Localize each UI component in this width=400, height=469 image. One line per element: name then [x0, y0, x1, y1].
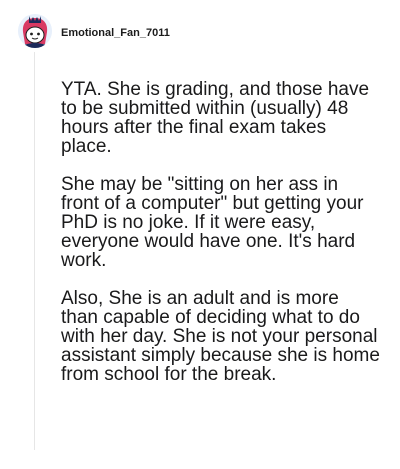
comment: Emotional_Fan_7011 YTA. She is grading, … [0, 0, 400, 469]
comment-paragraph-2: She may be "sitting on her ass in front … [61, 174, 364, 271]
user-avatar[interactable] [18, 14, 52, 48]
comment-paragraph-1: YTA. She is grading, and those have to b… [61, 79, 370, 157]
comment-body: YTA. She is grading, and those have to b… [61, 80, 381, 384]
comment-paragraph-3: Also, She is an adult and is more than c… [61, 288, 380, 385]
thread-collapse-line[interactable] [34, 52, 35, 450]
comment-author[interactable]: Emotional_Fan_7011 [61, 26, 170, 40]
snoo-avatar-icon [18, 14, 52, 48]
